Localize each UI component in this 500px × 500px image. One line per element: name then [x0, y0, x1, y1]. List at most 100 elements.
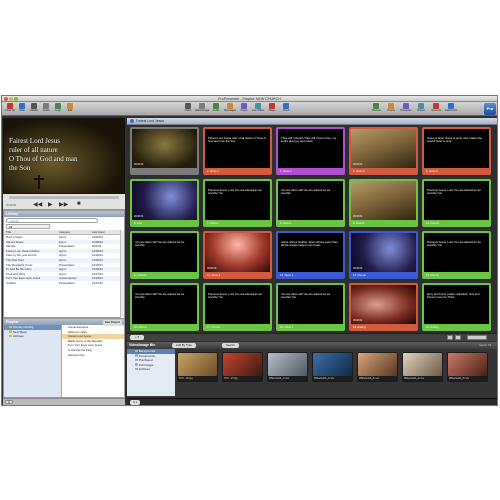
slide-label: 16. Chorus [134, 326, 147, 329]
slide-screen: Fairest Lord Jesus ruler of all nature O… [205, 129, 270, 168]
slide-label: 2. Verse 1 [207, 170, 219, 173]
playlist-folders: Sunday morning Next Week Archives [4, 325, 62, 397]
slide-thumbnail[interactable]: glory and honor praise, adoration now an… [422, 283, 491, 331]
media-thumbnail[interactable]: NYK - 26.jpg [177, 352, 218, 382]
slide-text: Thee will I cherish Thee will I honor th… [281, 136, 337, 144]
slide-thumbnail[interactable]: Jesus is fairer Jesus is purer who makes… [422, 127, 491, 175]
library-filter-select[interactable]: All [6, 224, 50, 229]
timers-button[interactable]: Timers [385, 103, 397, 115]
stop-button[interactable]: ■ [77, 201, 81, 207]
items-count: Items: 73 [479, 343, 491, 347]
screens-button[interactable]: Screens [430, 103, 442, 115]
grid-view-icon[interactable] [447, 335, 453, 340]
customize-button[interactable]: Customize [445, 103, 457, 115]
column-header-category[interactable]: Category [59, 230, 83, 234]
library-row[interactable]: Untitled Presentation 12/27/01 [4, 281, 122, 286]
toolbar-label: Customize [444, 109, 458, 112]
slide-label: 11. Chorus [134, 274, 147, 277]
media-thumbnail[interactable]: NYK - 27.jpg [222, 352, 263, 382]
slide-thumbnail[interactable]: Fairest Lord Jesus ruler of all nature O… [203, 127, 272, 175]
slide-thumbnail[interactable]: 00:00:04 19. Ending [349, 283, 418, 331]
slide-thumbnail[interactable]: 00:00:04 14. Chorus [349, 231, 418, 279]
clock-button[interactable]: Clock [280, 103, 292, 115]
slide-text: You are fairer still You are adored as w… [281, 292, 331, 300]
slide-timer: 00:00:04 [353, 319, 363, 322]
play-button[interactable]: ▶ [48, 201, 53, 208]
slide-thumbnail[interactable]: 00:00:04 9. Chorus [349, 179, 418, 227]
library-search-input[interactable]: Search [6, 218, 98, 223]
slide-label: 12. Verse 3 [207, 274, 221, 277]
slide-thumbnail[interactable]: 00:00:04 6. Intro [130, 179, 199, 227]
list-view-icon[interactable] [455, 335, 461, 340]
slide-thumbnail[interactable]: You are fairer still You are adored as w… [276, 283, 345, 331]
rewind-button[interactable]: ◀◀ [33, 201, 42, 208]
scrub-bar[interactable] [9, 196, 119, 199]
gear-icon[interactable]: ⚙ ▾ [130, 400, 140, 405]
slide-thumbnail[interactable]: You are fairer still You are adored as w… [130, 283, 199, 331]
slide-thumbnail[interactable]: Precious Jesus, Lord You are adored as w… [422, 179, 491, 227]
presenter-button[interactable]: Presenter [400, 103, 412, 115]
slide-screen: You are fairer still You are adored as w… [132, 233, 197, 272]
media-thumbnail[interactable]: WMerlos0A_2.mov [312, 352, 353, 382]
slide-text: You are fairer still You are adored as w… [135, 292, 185, 300]
slide-thumbnail[interactable]: Jesus shines brighter Jesus shines purer… [276, 231, 345, 279]
add-by-type-button[interactable]: Add By Type [172, 343, 196, 348]
slide-thumbnail[interactable]: You are fairer still You are adored as w… [130, 231, 199, 279]
library-panel: Library Search All Title Category Last U… [3, 210, 125, 318]
slide-thumbnail[interactable]: Precious Jesus, Lord You are adored as w… [203, 179, 272, 227]
slide-text: You are fairer still You are adored as w… [281, 188, 331, 196]
zoom-slider[interactable] [467, 335, 487, 340]
edit-button[interactable]: Edit [64, 103, 76, 115]
video-bin-thumbnails: NYK - 26.jpg NYK - 27.jpg WMerlos0A_1.mov W… [177, 352, 497, 392]
video-bin-categories: Backgrounds Foregrounds Purchased Full Imag… [127, 349, 175, 396]
forward-button[interactable]: ▶▶ [59, 201, 68, 208]
slide-thumbnail[interactable]: 00:00:04 4. Verse 2 [349, 127, 418, 175]
slide-thumbnail[interactable]: 00:00:06 12. Verse 3 [203, 231, 272, 279]
gear-icon[interactable]: ⚙ [5, 400, 13, 404]
media-image [268, 353, 307, 376]
toolbar-label: Edit [67, 109, 73, 112]
slide-thumbnail[interactable]: Precious Jesus, Lord You are adored as w… [422, 231, 491, 279]
folder-icon [135, 349, 138, 352]
media-thumbnail[interactable]: WMerlos0A_3.mov [357, 352, 398, 382]
slide-thumbnail[interactable]: 00:00:06 [130, 127, 199, 175]
media-thumbnail[interactable]: WMerlos0A_5.mov [447, 352, 488, 382]
add-slide-button[interactable]: + ▾ [130, 335, 144, 340]
video-bin-search-input[interactable]: Search [222, 343, 239, 348]
playlist-items: Announcements Welcome video Fairest Lord J… [62, 325, 124, 397]
slide-timer: 00:00:06 [134, 163, 144, 166]
slide-screen: You are fairer still You are adored as w… [132, 285, 197, 324]
slides-area: Fairest Lord Jesus 00:00:06 Fairest Lord … [127, 118, 497, 405]
output-button[interactable]: Output [415, 103, 427, 115]
slide-label: 18. Verse 3 [280, 326, 294, 329]
video-bin-category[interactable]: Archives [127, 367, 175, 372]
document-title: Fairest Lord Jesus [136, 119, 164, 123]
media-thumbnail[interactable]: WMerlos0A_4.mov [402, 352, 443, 382]
media-image [358, 353, 397, 376]
slide-thumbnail[interactable]: Thee will I cherish Thee will I honor th… [276, 127, 345, 175]
media-caption: WMerlos0A_5.mov [449, 377, 470, 380]
slide-screen: You are fairer still You are adored as w… [278, 181, 343, 220]
column-header-last-used[interactable]: Last Used [92, 230, 120, 234]
timecode: 00:00:00 [6, 204, 17, 207]
column-header-title[interactable]: Title [6, 230, 56, 234]
preview-line: the Son [9, 164, 31, 172]
slide-thumbnail[interactable]: Precious Jesus, Lord You are adored as w… [203, 283, 272, 331]
playlist-folder-item[interactable]: Archives [4, 334, 61, 339]
themes-button[interactable]: Themes [370, 103, 382, 115]
document-icon [130, 119, 134, 123]
library-table-body: Rock of Ages Hymn 12/20/01 Sacred Space Hymn… [4, 235, 122, 286]
slide-label: 6. Intro [134, 222, 143, 225]
preview-line: ruler of all nature [9, 146, 58, 154]
media-thumbnail[interactable]: WMerlos0A_1.mov [267, 352, 308, 382]
folder-icon [135, 358, 138, 362]
slide-text: glory and honor praise, adoration now an… [427, 292, 480, 300]
slide-screen: Jesus is fairer Jesus is purer who makes… [424, 129, 489, 168]
slide-screen: Precious Jesus, Lord You are adored as w… [205, 285, 270, 324]
slide-thumbnail[interactable]: You are fairer still You are adored as w… [276, 179, 345, 227]
slide-label: 13. Verse 3 [280, 274, 294, 277]
playlist-item[interactable]: Glorious One [62, 353, 124, 358]
slide-label [132, 169, 197, 174]
library-scrollbar[interactable] [120, 230, 124, 318]
live-preview[interactable]: Fairest Lord Jesus ruler of all nature O… [3, 118, 125, 194]
